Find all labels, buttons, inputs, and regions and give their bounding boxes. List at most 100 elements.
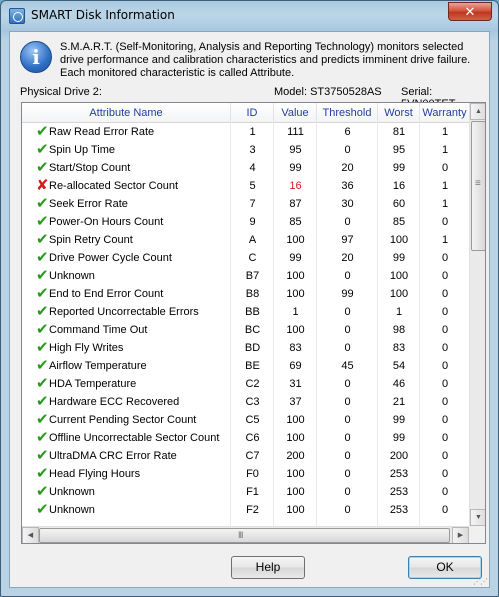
attribute-id-cell: 9	[249, 216, 256, 228]
attribute-worst-cell: 99	[392, 162, 406, 174]
attribute-warranty-cell: 1	[441, 180, 449, 192]
attribute-warranty-cell: 1	[441, 234, 449, 246]
table-row[interactable]: ✔ High Fly Writes BD 83 0 83 0	[22, 339, 469, 357]
attribute-worst-cell: 99	[392, 414, 406, 426]
attribute-id-cell: C2	[245, 378, 260, 390]
close-button[interactable]: ✕	[448, 2, 492, 21]
attribute-name-cell: Hardware ECC Recovered	[49, 396, 180, 408]
vertical-scrollbar[interactable]: ▲ ▼	[469, 103, 485, 526]
attribute-worst-cell: 98	[392, 324, 406, 336]
scrollbar-corner	[469, 526, 485, 543]
scroll-down-icon[interactable]: ▼	[470, 509, 485, 526]
table-row[interactable]: ✔ Reported Uncorrectable Errors BB 1 0 1 0	[22, 303, 469, 321]
attribute-warranty-cell: 0	[441, 342, 449, 354]
attribute-id-cell: BB	[245, 306, 260, 318]
attribute-id-cell: 5	[249, 180, 256, 192]
table-row[interactable]: ✔ Unknown F1 100 0 253 0	[22, 483, 469, 501]
table-row[interactable]: ✔ Power-On Hours Count 9 85 0 85 0	[22, 213, 469, 231]
checkmark-icon: ✔	[36, 447, 49, 464]
checkmark-icon: ✔	[36, 339, 49, 356]
attribute-worst-cell: 46	[392, 378, 406, 390]
attribute-warranty-cell: 0	[441, 486, 449, 498]
attribute-id-cell: C7	[245, 450, 260, 462]
table-row[interactable]: ✔ Offline Uncorrectable Sector Count C6 100…	[22, 429, 469, 447]
attribute-threshold-cell: 0	[344, 450, 351, 462]
checkmark-icon: ✔	[36, 501, 49, 518]
title-bar[interactable]: SMART Disk Information ✕	[1, 1, 498, 30]
column-header-value[interactable]: Value	[274, 103, 317, 123]
attributes-table[interactable]: Attribute Name ID Value Threshold Worst …	[21, 102, 486, 544]
checkmark-icon: ✔	[36, 123, 49, 140]
attribute-name-cell: Current Pending Sector Count	[49, 414, 197, 426]
attribute-threshold-cell: 99	[341, 288, 354, 300]
dialog-body: i S.M.A.R.T. (Self-Monitoring, Analysis …	[9, 31, 490, 588]
column-header-id[interactable]: ID	[231, 103, 274, 123]
attribute-worst-cell: 83	[392, 342, 406, 354]
attribute-threshold-cell: 30	[341, 198, 354, 210]
attribute-worst-cell: 95	[392, 144, 406, 156]
column-header-attribute-name[interactable]: Attribute Name	[22, 103, 231, 123]
table-row[interactable]: ✔ Seek Error Rate 7 87 30 60 1	[22, 195, 469, 213]
attribute-worst-cell: 54	[392, 360, 406, 372]
scroll-up-icon[interactable]: ▲	[470, 103, 485, 120]
checkmark-icon: ✔	[36, 429, 49, 446]
attribute-warranty-cell: 0	[441, 432, 449, 444]
checkmark-icon: ✔	[36, 375, 49, 392]
attribute-threshold-cell: 0	[344, 504, 351, 516]
attribute-id-cell: C6	[245, 432, 260, 444]
checkmark-icon: ✔	[36, 411, 49, 428]
table-row[interactable]: ✔ Command Time Out BC 100 0 98 0	[22, 321, 469, 339]
attribute-warranty-cell: 0	[441, 252, 449, 264]
table-row[interactable]: ✔ Drive Power Cycle Count C 99 20 99 0	[22, 249, 469, 267]
attribute-value-cell: 100	[286, 432, 305, 444]
attribute-warranty-cell: 0	[441, 270, 449, 282]
attribute-id-cell: 3	[249, 144, 256, 156]
attribute-value-cell: 99	[289, 162, 302, 174]
attribute-value-cell: 1	[292, 306, 299, 318]
column-header-worst[interactable]: Worst	[378, 103, 420, 123]
horizontal-scrollbar[interactable]: ◀ ▶	[22, 526, 469, 543]
table-row[interactable]: ✔ Spin Retry Count A 100 97 100 1	[22, 231, 469, 249]
table-row[interactable]: ✘ Re-allocated Sector Count 5 16 36 16 1	[22, 177, 469, 195]
checkmark-icon: ✔	[36, 231, 49, 248]
checkmark-icon: ✔	[36, 357, 49, 374]
attribute-value-cell: 100	[286, 324, 305, 336]
checkmark-icon: ✔	[36, 285, 49, 302]
attribute-threshold-cell: 0	[344, 342, 351, 354]
table-row[interactable]: ✔ End to End Error Count B8 100 99 100 0	[22, 285, 469, 303]
table-row[interactable]: ✔ Head Flying Hours F0 100 0 253 0	[22, 465, 469, 483]
attribute-value-cell: 111	[287, 126, 304, 138]
table-row[interactable]: ✔ Hardware ECC Recovered C3 37 0 21 0	[22, 393, 469, 411]
horizontal-scroll-thumb[interactable]	[39, 528, 450, 543]
attribute-threshold-cell: 0	[344, 216, 351, 228]
attribute-threshold-cell: 0	[344, 144, 351, 156]
column-header-threshold[interactable]: Threshold	[317, 103, 378, 123]
window-title: SMART Disk Information	[31, 8, 175, 22]
table-row[interactable]: ✔ Unknown F2 100 0 253 0	[22, 501, 469, 519]
help-button[interactable]: Help	[231, 556, 305, 579]
attribute-value-cell: 100	[286, 270, 305, 282]
ok-button[interactable]: OK	[408, 556, 482, 579]
attribute-warranty-cell: 1	[441, 198, 449, 210]
attribute-threshold-cell: 0	[344, 270, 351, 282]
table-row[interactable]: ✔ Raw Read Error Rate 1 111 6 81 1	[22, 123, 469, 141]
attribute-name-cell: High Fly Writes	[49, 342, 124, 354]
table-row[interactable]: ✔ Current Pending Sector Count C5 100 0 99 0	[22, 411, 469, 429]
table-row[interactable]: ✔ Airflow Temperature BE 69 45 54 0	[22, 357, 469, 375]
table-row[interactable]: ✔ Start/Stop Count 4 99 20 99 0	[22, 159, 469, 177]
attribute-threshold-cell: 20	[341, 162, 354, 174]
scroll-left-icon[interactable]: ◀	[22, 527, 39, 543]
table-row[interactable]: ✔ HDA Temperature C2 31 0 46 0	[22, 375, 469, 393]
column-header-warranty[interactable]: Warranty	[420, 103, 469, 123]
table-row[interactable]: ✔ UltraDMA CRC Error Rate C7 200 0 200 0	[22, 447, 469, 465]
attribute-worst-cell: 81	[392, 126, 406, 138]
attribute-name-cell: Re-allocated Sector Count	[49, 180, 179, 192]
scroll-right-icon[interactable]: ▶	[452, 527, 469, 543]
attribute-name-cell: Drive Power Cycle Count	[49, 252, 172, 264]
resize-grip-icon[interactable]: ⋰⋰	[473, 577, 488, 586]
table-row[interactable]: ✔ Spin Up Time 3 95 0 95 1	[22, 141, 469, 159]
vertical-scroll-thumb[interactable]	[471, 121, 485, 251]
app-icon	[9, 8, 25, 24]
table-row[interactable]: ✔ Unknown B7 100 0 100 0	[22, 267, 469, 285]
attribute-threshold-cell: 97	[341, 234, 354, 246]
